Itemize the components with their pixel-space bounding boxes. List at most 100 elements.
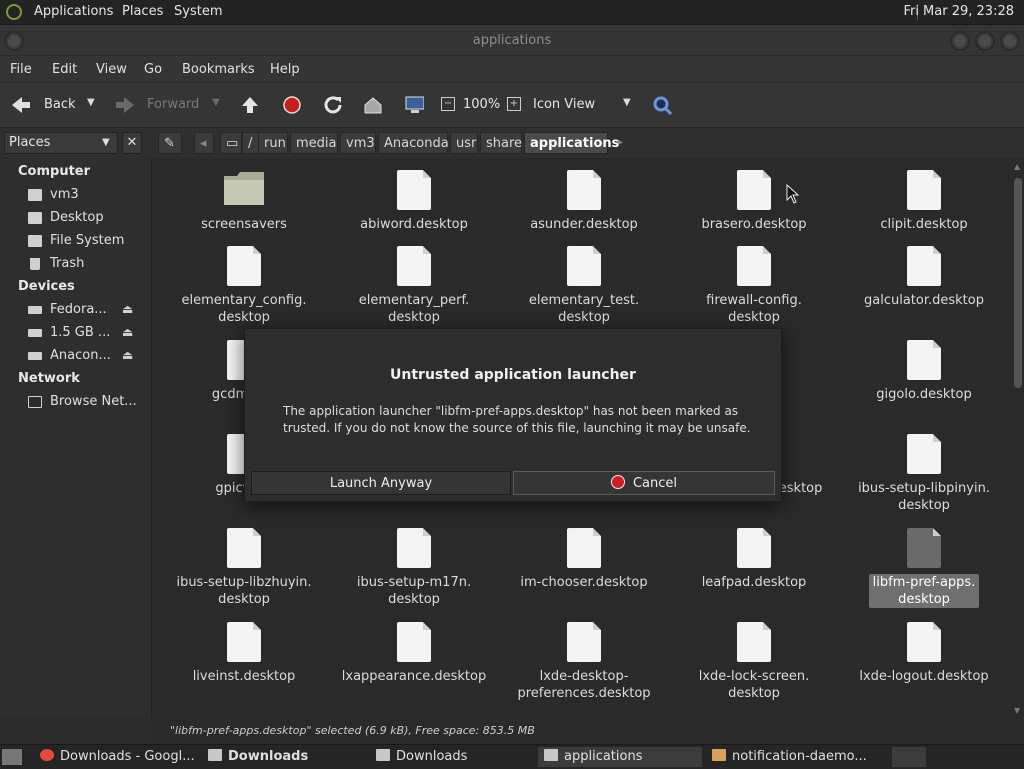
desktop-file-icon <box>907 434 941 474</box>
show-desktop-icon[interactable] <box>2 749 22 765</box>
task-chrome-downloads[interactable]: Downloads - Googl... <box>34 747 200 767</box>
menu-help[interactable]: Help <box>270 62 300 77</box>
sidebar-item-browse-network[interactable]: Browse Net... <box>28 393 146 413</box>
desktop-file-icon <box>397 622 431 662</box>
back-button[interactable]: Back <box>44 97 76 112</box>
window-title: applications <box>472 33 552 48</box>
scrollbar-thumb[interactable] <box>1014 178 1022 388</box>
menu-view[interactable]: View <box>96 62 127 77</box>
top-panel: Applications Places System Fri Mar 29, 2… <box>0 0 1024 25</box>
task-dialog-icon[interactable] <box>892 747 926 767</box>
close-sidebar-icon[interactable]: ✕ <box>122 132 142 154</box>
scrollbar[interactable]: ▲ ▼ <box>1012 158 1024 718</box>
file-item[interactable]: gigolo.desktop <box>844 340 1004 403</box>
sidebar-item-trash[interactable]: Trash <box>28 255 146 275</box>
scroll-down-icon[interactable]: ▼ <box>1014 706 1020 715</box>
file-item[interactable]: lxde-desktop-preferences.desktop <box>504 622 664 702</box>
home-icon[interactable] <box>363 95 383 115</box>
view-mode-dropdown-icon[interactable]: ▼ <box>623 97 631 108</box>
folder-item[interactable]: screensavers <box>164 170 324 233</box>
task-applications[interactable]: applications <box>538 747 702 767</box>
eject-icon[interactable]: ⏏ <box>122 325 133 339</box>
minimize-icon[interactable] <box>950 31 970 51</box>
up-arrow-icon[interactable] <box>240 95 260 115</box>
file-item[interactable]: leafpad.desktop <box>674 528 834 591</box>
drive-icon <box>28 329 42 337</box>
crumb-applications[interactable]: applications <box>524 132 619 154</box>
menu-edit[interactable]: Edit <box>52 62 77 77</box>
eject-icon[interactable]: ⏏ <box>122 302 133 316</box>
file-item[interactable]: asunder.desktop <box>504 170 664 233</box>
menu-system[interactable]: System <box>174 4 222 19</box>
crumb-anaconda[interactable]: Anaconda <box>378 132 449 154</box>
back-arrow-icon[interactable] <box>10 95 30 115</box>
sidebar-item-anaconda[interactable]: Anacon... ⏏ <box>28 347 146 367</box>
close-icon[interactable] <box>1000 31 1020 51</box>
crumb-media[interactable]: media <box>290 132 338 154</box>
computer-icon[interactable] <box>404 95 424 115</box>
zoom-in-icon[interactable]: + <box>507 97 521 111</box>
file-item[interactable]: abiword.desktop <box>334 170 494 233</box>
window-titlebar[interactable]: applications <box>0 25 1024 55</box>
launch-anyway-button[interactable]: Launch Anyway <box>251 471 511 495</box>
drive-icon[interactable]: ▭ <box>220 132 242 154</box>
menu-go[interactable]: Go <box>144 62 162 77</box>
file-item[interactable]: lxappearance.desktop <box>334 622 494 685</box>
reload-icon[interactable] <box>323 95 343 115</box>
sidebar-item-1-5gb[interactable]: 1.5 GB ... ⏏ <box>28 324 146 344</box>
crumb-share[interactable]: share <box>480 132 522 154</box>
desktop-file-icon <box>397 170 431 210</box>
file-item[interactable]: lxde-lock-screen. desktop <box>674 622 834 702</box>
task-notification-daemon[interactable]: notification-daemo... <box>706 747 886 767</box>
clock[interactable]: Fri Mar 29, 23:28 <box>903 4 1014 19</box>
zoom-out-icon[interactable]: − <box>441 97 455 111</box>
task-downloads-2[interactable]: Downloads <box>370 747 534 767</box>
menu-places[interactable]: Places <box>122 4 163 19</box>
forward-history-dropdown-icon[interactable]: ▼ <box>212 97 220 108</box>
file-item[interactable]: liveinst.desktop <box>164 622 324 685</box>
taskbar: Downloads - Googl... Downloads Downloads… <box>0 744 1024 769</box>
menubar: File Edit View Go Bookmarks Help <box>0 56 1024 82</box>
file-item[interactable]: clipit.desktop <box>844 170 1004 233</box>
sidebar-selector-label: Places <box>9 135 51 150</box>
file-item[interactable]: elementary_config. desktop <box>164 246 324 326</box>
file-item[interactable]: brasero.desktop <box>674 170 834 233</box>
file-item[interactable]: elementary_perf. desktop <box>334 246 494 326</box>
sidebar-item-vm3[interactable]: vm3 <box>28 186 146 206</box>
menu-file[interactable]: File <box>10 62 32 77</box>
forward-button[interactable]: Forward <box>147 97 199 112</box>
file-item[interactable]: firewall-config. desktop <box>674 246 834 326</box>
file-name: clipit.desktop <box>880 217 968 232</box>
file-item[interactable]: ibus-setup-libzhuyin. desktop <box>164 528 324 608</box>
file-item[interactable]: lxde-logout.desktop <box>844 622 1004 685</box>
file-item[interactable]: libfm-pref-apps. desktop <box>844 528 1004 608</box>
file-item[interactable]: ibus-setup-m17n. desktop <box>334 528 494 608</box>
menu-applications[interactable]: Applications <box>34 4 113 19</box>
scroll-up-icon[interactable]: ▲ <box>1014 162 1020 171</box>
eject-icon[interactable]: ⏏ <box>122 348 133 362</box>
crumb-usr[interactable]: usr <box>450 132 478 154</box>
crumb-run[interactable]: run <box>258 132 288 154</box>
file-item[interactable]: im-chooser.desktop <box>504 528 664 591</box>
view-mode-select[interactable]: Icon View <box>533 97 595 112</box>
crumb-vm3[interactable]: vm3 <box>340 132 376 154</box>
file-item[interactable]: ibus-setup-libpinyin. desktop <box>844 434 1004 514</box>
edit-location-icon[interactable]: ✎ <box>158 132 182 154</box>
file-item[interactable]: elementary_test. desktop <box>504 246 664 326</box>
back-history-dropdown-icon[interactable]: ▼ <box>87 97 95 108</box>
menu-bookmarks[interactable]: Bookmarks <box>182 62 255 77</box>
cancel-icon <box>610 475 625 489</box>
sidebar-item-file-system[interactable]: File System <box>28 232 146 252</box>
sidebar-item-fedora[interactable]: Fedora... ⏏ <box>28 301 146 321</box>
sidebar-item-desktop[interactable]: Desktop <box>28 209 146 229</box>
stop-icon[interactable] <box>282 95 302 115</box>
file-item[interactable]: galculator.desktop <box>844 246 1004 309</box>
search-icon[interactable] <box>652 95 672 115</box>
path-scroll-left-icon[interactable]: ◂ <box>194 132 214 154</box>
task-downloads-1[interactable]: Downloads <box>202 747 366 767</box>
mouse-cursor-icon <box>786 184 800 204</box>
cancel-button[interactable]: Cancel <box>513 471 775 495</box>
maximize-icon[interactable] <box>975 31 995 51</box>
distro-logo-icon[interactable] <box>6 4 22 20</box>
path-scroll-right-icon[interactable]: ▸ <box>618 137 623 148</box>
